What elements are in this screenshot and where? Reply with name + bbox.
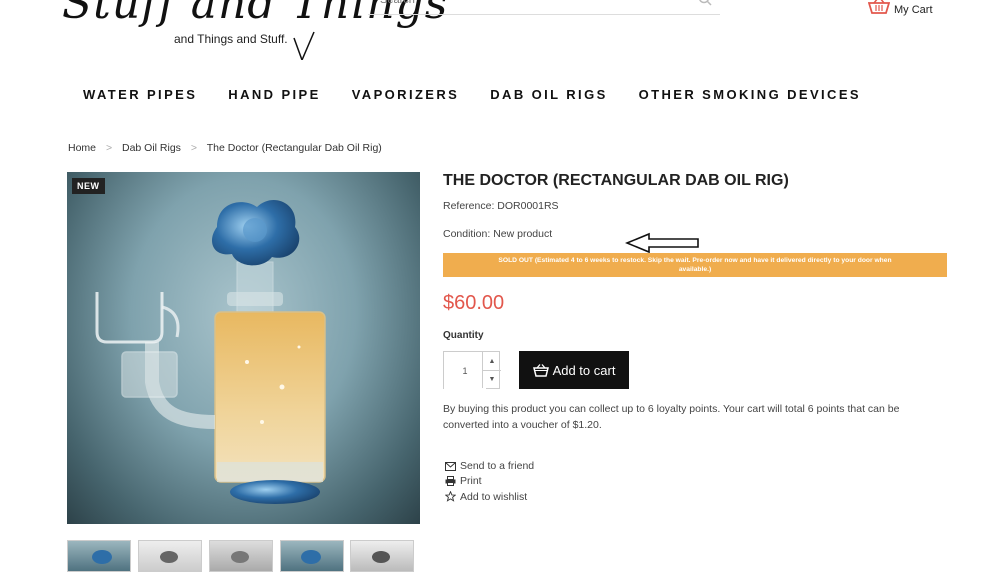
thumb-image <box>160 551 178 563</box>
search-icon[interactable] <box>698 0 712 6</box>
quantity-stepper: ▲ ▼ <box>443 351 501 390</box>
nav-item-water-pipes[interactable]: WATER PIPES <box>83 87 197 105</box>
thumb-image <box>92 550 112 564</box>
thumb-image <box>301 550 321 564</box>
search-bar[interactable] <box>368 0 720 15</box>
sold-out-line-2: available.) <box>678 265 712 273</box>
sold-out-notice: SOLD OUT (Estimated 4 to 6 weeks to rest… <box>443 253 947 277</box>
add-to-cart-label: Add to cart <box>552 362 616 378</box>
breadcrumb-category[interactable]: Dab Oil Rigs <box>122 142 181 154</box>
send-to-friend-link[interactable]: Send to a friend <box>445 460 534 472</box>
breadcrumb-separator: > <box>105 142 113 154</box>
product-condition: Condition: New product <box>443 228 553 240</box>
product-reference: Reference: DOR0001RS <box>443 200 559 212</box>
nav-item-hand-pipe[interactable]: HAND PIPE <box>228 87 320 105</box>
quantity-increase-button[interactable]: ▲ <box>482 352 501 371</box>
wishlist-label: Add to wishlist <box>460 491 528 503</box>
add-to-cart-button[interactable]: Add to cart <box>519 351 629 389</box>
quantity-label: Quantity <box>443 330 484 341</box>
breadcrumb: Home > Dab Oil Rigs > The Doctor (Rectan… <box>68 142 382 154</box>
new-badge: NEW <box>72 178 105 194</box>
dab-rig-illustration <box>95 199 326 504</box>
product-main-image[interactable] <box>67 172 420 524</box>
star-icon <box>444 490 457 502</box>
product-thumbnail[interactable] <box>209 540 273 572</box>
product-thumbnail[interactable] <box>138 540 202 572</box>
envelope-icon <box>445 462 456 471</box>
printer-icon <box>445 476 456 486</box>
product-title: THE DOCTOR (RECTANGULAR DAB OIL RIG) <box>443 172 789 189</box>
print-label: Print <box>460 475 482 487</box>
quantity-input[interactable] <box>444 352 486 390</box>
logo-flourish <box>293 31 315 60</box>
basket-icon <box>532 363 549 377</box>
sold-out-line-1: SOLD OUT (Estimated 4 to 6 weeks to rest… <box>498 257 892 264</box>
product-thumbnail[interactable] <box>280 540 344 572</box>
breadcrumb-separator: > <box>190 142 197 154</box>
thumb-image <box>231 551 249 563</box>
site-logo[interactable]: Stuff and Things and Things and Stuff. <box>62 0 447 60</box>
main-nav: WATER PIPES HAND PIPE VAPORIZERS DAB OIL… <box>83 87 892 105</box>
quantity-decrease-button[interactable]: ▼ <box>482 370 501 388</box>
send-to-friend-label: Send to a friend <box>460 460 535 472</box>
add-to-wishlist-link[interactable]: Add to wishlist <box>444 490 528 503</box>
chevron-up-icon: ▲ <box>488 357 496 365</box>
search-input[interactable] <box>368 0 680 14</box>
nav-item-dab-oil-rigs[interactable]: DAB OIL RIGS <box>490 87 607 105</box>
chevron-down-icon: ▼ <box>488 375 496 383</box>
product-thumbnail[interactable] <box>350 540 414 572</box>
product-price: $60.00 <box>443 292 505 314</box>
loyalty-points-text: By buying this product you can collect u… <box>443 403 900 431</box>
basket-icon <box>868 0 890 14</box>
cart-label: My Cart <box>894 4 933 16</box>
breadcrumb-home[interactable]: Home <box>68 142 96 154</box>
breadcrumb-current[interactable]: The Doctor (Rectangular Dab Oil Rig) <box>207 142 382 154</box>
nav-item-vaporizers[interactable]: VAPORIZERS <box>352 87 460 105</box>
nav-item-other-smoking-devices[interactable]: OTHER SMOKING DEVICES <box>639 87 861 105</box>
left-arrow-annotation <box>625 232 699 254</box>
thumb-image <box>372 551 390 563</box>
product-thumbnail[interactable] <box>67 540 131 572</box>
cart-link[interactable]: My Cart <box>868 0 948 18</box>
print-link[interactable]: Print <box>445 475 482 487</box>
